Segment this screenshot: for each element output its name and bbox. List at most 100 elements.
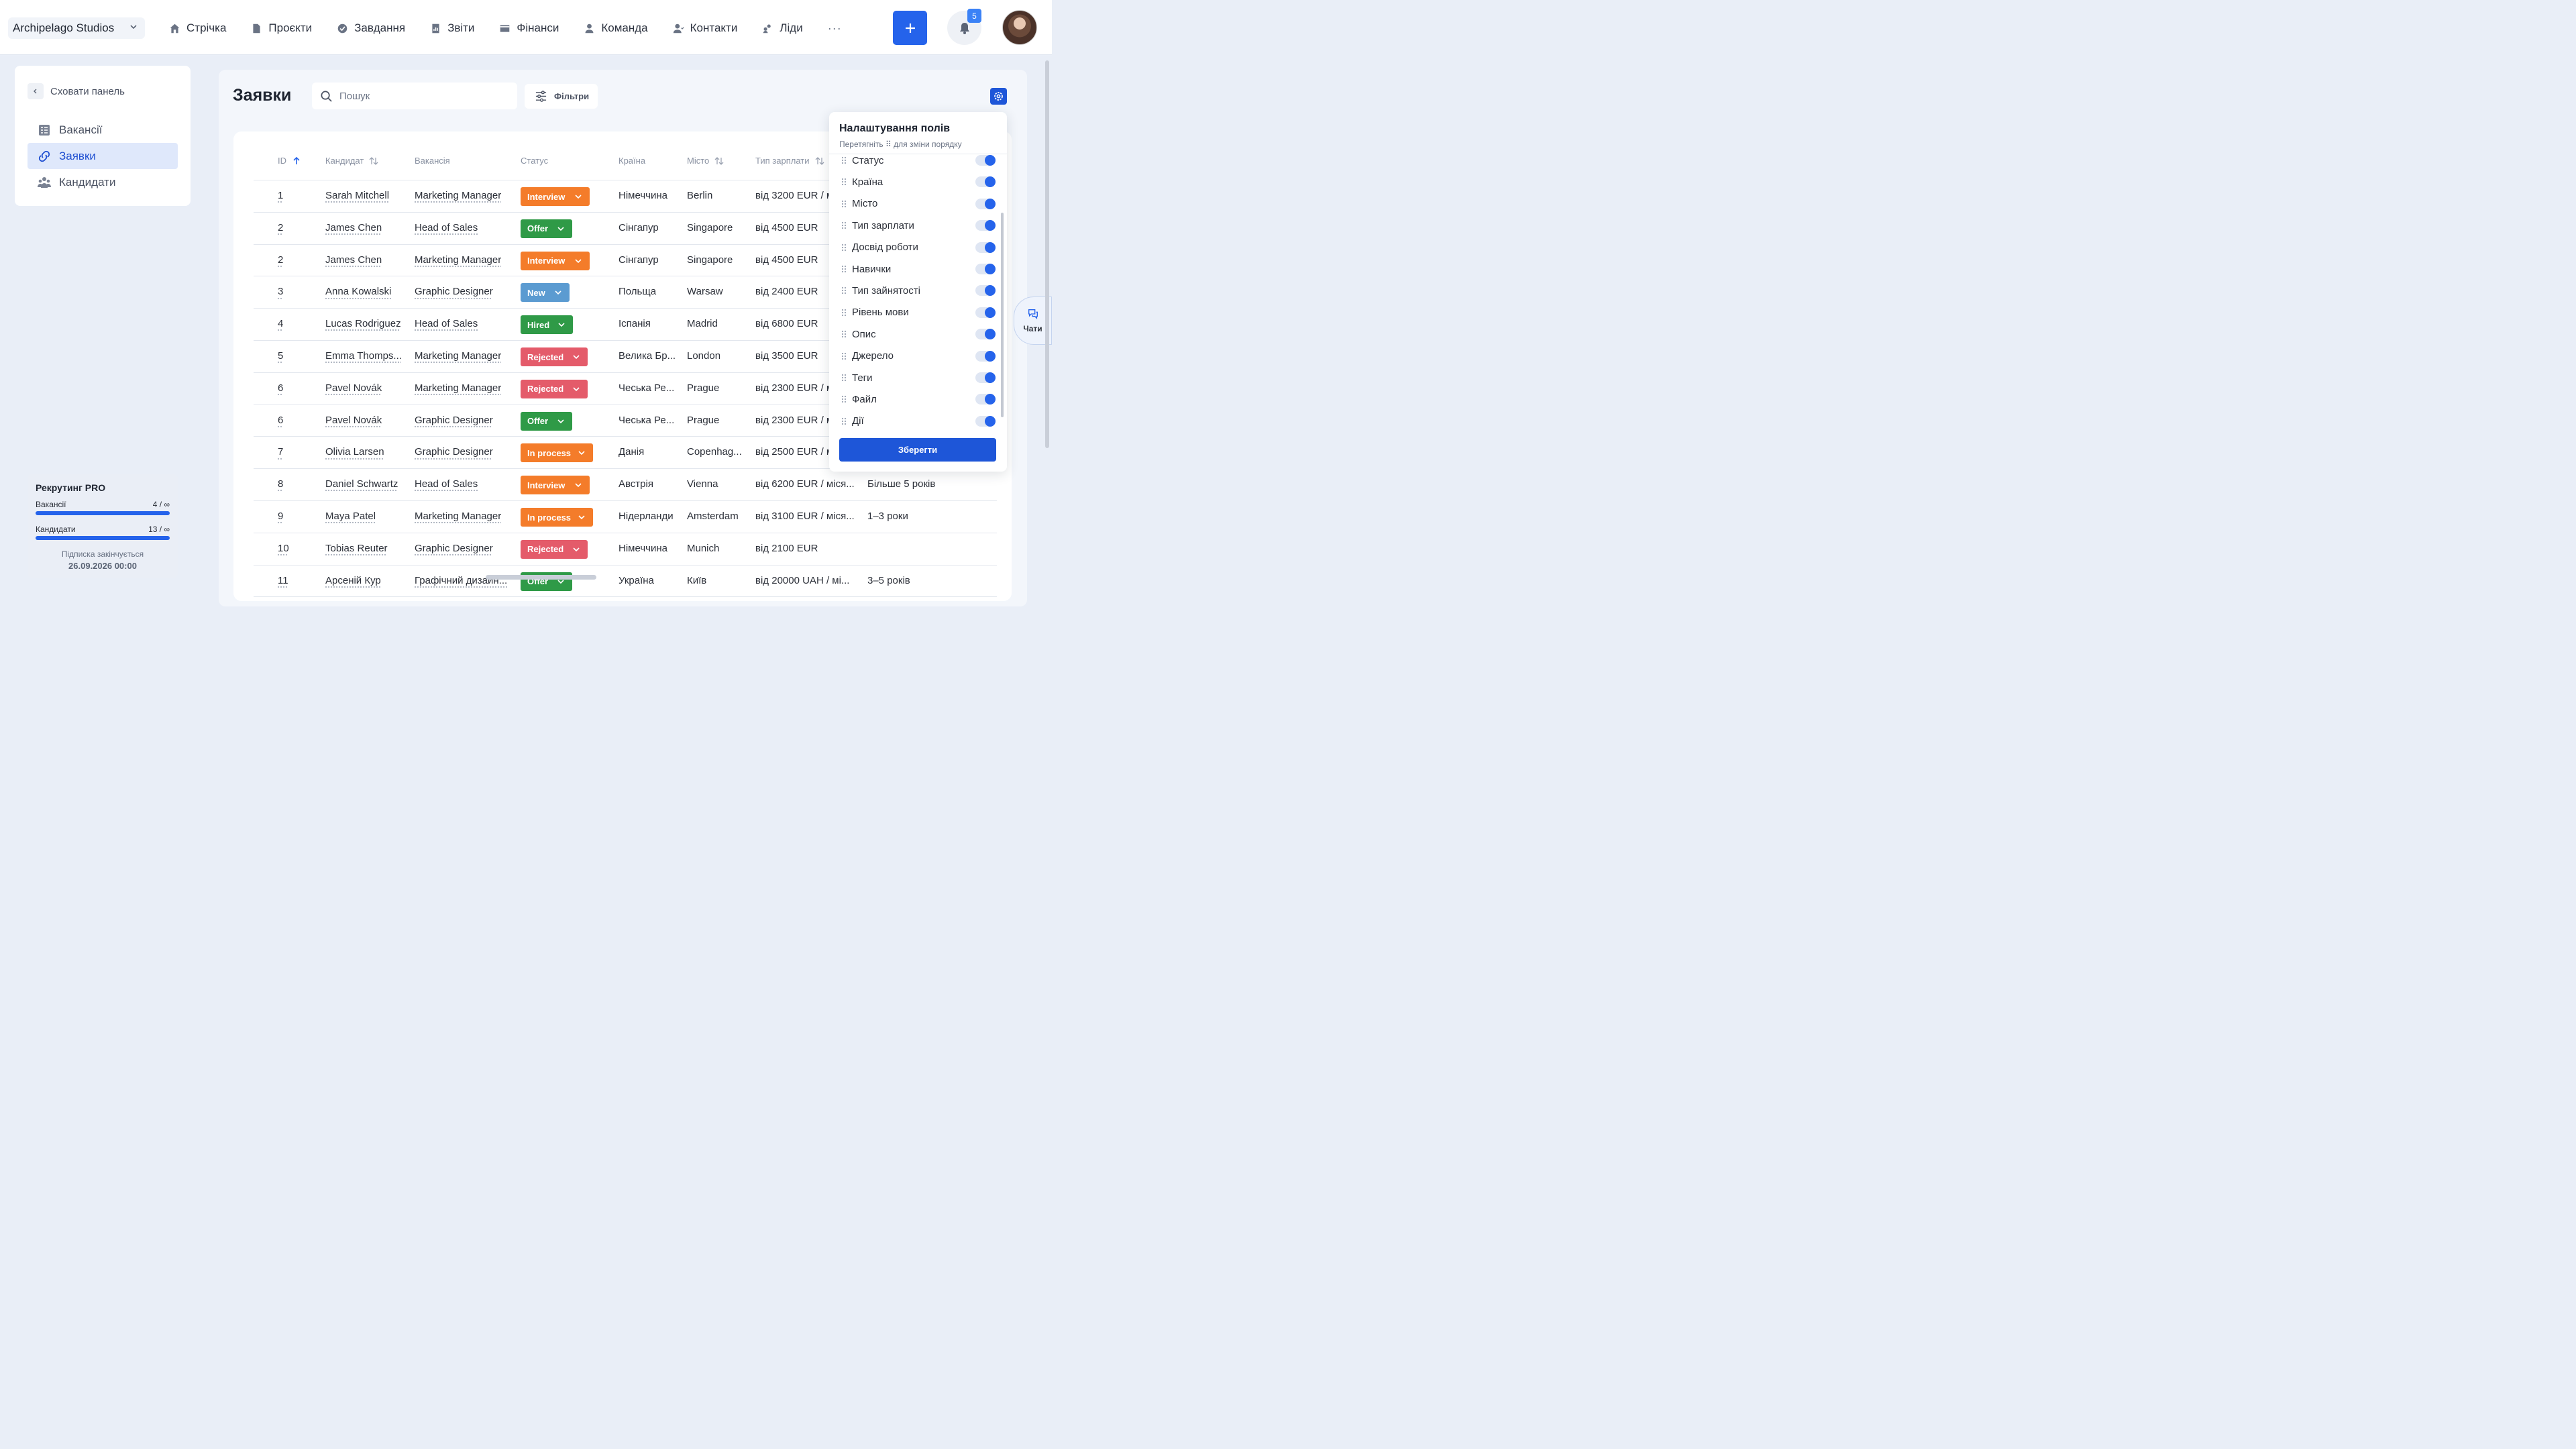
row-id-link[interactable]: 2: [278, 222, 283, 233]
vacancy-link[interactable]: Graphic Designer: [415, 446, 493, 458]
avatar[interactable]: [1002, 10, 1037, 45]
workspace-selector[interactable]: Archipelago Studios: [8, 17, 145, 39]
vacancy-link[interactable]: Graphic Designer: [415, 286, 493, 297]
row-id-link[interactable]: 7: [278, 446, 283, 458]
sidebar-item-candidates[interactable]: Кандидати: [28, 169, 178, 195]
candidate-link[interactable]: Pavel Novák: [325, 415, 382, 426]
search-input[interactable]: Пошук: [312, 83, 517, 109]
save-button[interactable]: Зберегти: [839, 438, 996, 462]
drag-handle-icon[interactable]: [841, 178, 847, 186]
field-setting-item[interactable]: Джерело: [841, 349, 996, 364]
nav-item-finance[interactable]: Фінанси: [499, 21, 559, 35]
column-header-id[interactable]: ID: [278, 156, 301, 166]
visibility-toggle[interactable]: [975, 329, 996, 340]
field-setting-item[interactable]: Тип зайнятості: [841, 283, 996, 298]
candidate-link[interactable]: James Chen: [325, 254, 382, 266]
row-id-link[interactable]: 3: [278, 286, 283, 297]
field-setting-item[interactable]: Місто: [841, 197, 996, 211]
hide-panel-button[interactable]: Сховати панель: [28, 83, 125, 99]
status-dropdown[interactable]: Interview: [521, 476, 590, 495]
field-setting-item[interactable]: Навички: [841, 262, 996, 276]
drag-handle-icon[interactable]: [841, 265, 847, 273]
row-id-link[interactable]: 6: [278, 382, 283, 394]
visibility-toggle[interactable]: [975, 176, 996, 188]
drag-handle-icon[interactable]: [841, 156, 847, 164]
visibility-toggle[interactable]: [975, 372, 996, 383]
field-settings-button[interactable]: [990, 88, 1007, 105]
nav-item-team[interactable]: Команда: [584, 21, 648, 35]
horizontal-scrollbar[interactable]: [486, 575, 596, 580]
row-id-link[interactable]: 5: [278, 350, 283, 362]
row-id-link[interactable]: 2: [278, 254, 283, 266]
vacancy-link[interactable]: Head of Sales: [415, 318, 478, 329]
visibility-toggle[interactable]: [975, 220, 996, 231]
drag-handle-icon[interactable]: [841, 330, 847, 338]
row-id-link[interactable]: 6: [278, 415, 283, 426]
nav-item-tasks[interactable]: Завдання: [337, 21, 405, 35]
drag-handle-icon[interactable]: [841, 352, 847, 360]
field-setting-item[interactable]: Файл: [841, 392, 996, 407]
drag-handle-icon[interactable]: [841, 244, 847, 252]
drag-handle-icon[interactable]: [841, 374, 847, 382]
visibility-toggle[interactable]: [975, 394, 996, 405]
field-setting-item[interactable]: Теги: [841, 370, 996, 385]
candidate-link[interactable]: Tobias Reuter: [325, 543, 388, 554]
status-dropdown[interactable]: Interview: [521, 187, 590, 206]
status-dropdown[interactable]: Rejected: [521, 347, 588, 366]
status-dropdown[interactable]: Rejected: [521, 539, 588, 559]
drag-handle-icon[interactable]: [841, 309, 847, 317]
candidate-link[interactable]: Sarah Mitchell: [325, 190, 389, 201]
field-list-scrollbar[interactable]: [1001, 213, 1004, 417]
column-header-candidate[interactable]: Кандидат: [325, 156, 378, 166]
candidate-link[interactable]: Pavel Novák: [325, 382, 382, 394]
column-header-salary-type[interactable]: Тип зарплати: [755, 156, 824, 166]
candidate-link[interactable]: Maya Patel: [325, 511, 376, 522]
vacancy-link[interactable]: Head of Sales: [415, 222, 478, 233]
status-dropdown[interactable]: Offer: [521, 411, 572, 431]
visibility-toggle[interactable]: [975, 415, 996, 427]
visibility-toggle[interactable]: [975, 285, 996, 297]
field-setting-item[interactable]: Досвід роботи: [841, 240, 996, 255]
row-id-link[interactable]: 1: [278, 190, 283, 201]
visibility-toggle[interactable]: [975, 155, 996, 166]
field-setting-item[interactable]: Країна: [841, 174, 996, 189]
drag-handle-icon[interactable]: [841, 417, 847, 425]
drag-handle-icon[interactable]: [841, 395, 847, 403]
candidate-link[interactable]: Emma Thomps...: [325, 350, 402, 362]
vacancy-link[interactable]: Marketing Manager: [415, 511, 501, 522]
column-header-country[interactable]: Країна: [619, 156, 645, 166]
column-header-city[interactable]: Місто: [687, 156, 724, 166]
status-dropdown[interactable]: In process: [521, 443, 593, 463]
vacancy-link[interactable]: Marketing Manager: [415, 350, 501, 362]
row-id-link[interactable]: 9: [278, 511, 283, 522]
nav-item-reports[interactable]: Звіти: [430, 21, 474, 35]
vacancy-link[interactable]: Graphic Designer: [415, 415, 493, 426]
candidate-link[interactable]: James Chen: [325, 222, 382, 233]
visibility-toggle[interactable]: [975, 241, 996, 253]
visibility-toggle[interactable]: [975, 198, 996, 209]
sidebar-item-applications[interactable]: Заявки: [28, 143, 178, 169]
vacancy-link[interactable]: Graphic Designer: [415, 543, 493, 554]
sidebar-item-vacancies[interactable]: Вакансії: [28, 117, 178, 143]
add-button[interactable]: [893, 11, 927, 45]
status-dropdown[interactable]: Rejected: [521, 379, 588, 398]
status-dropdown[interactable]: New: [521, 283, 570, 303]
vacancy-link[interactable]: Marketing Manager: [415, 254, 501, 266]
row-id-link[interactable]: 11: [278, 575, 288, 586]
status-dropdown[interactable]: In process: [521, 508, 593, 527]
row-id-link[interactable]: 8: [278, 478, 283, 490]
drag-handle-icon[interactable]: [841, 286, 847, 294]
vacancy-link[interactable]: Head of Sales: [415, 478, 478, 490]
nav-more-button[interactable]: ···: [828, 21, 842, 36]
candidate-link[interactable]: Anna Kowalski: [325, 286, 391, 297]
candidate-link[interactable]: Lucas Rodriguez: [325, 318, 401, 329]
nav-item-contacts[interactable]: Контакти: [673, 21, 737, 35]
status-dropdown[interactable]: Interview: [521, 251, 590, 270]
visibility-toggle[interactable]: [975, 350, 996, 362]
nav-item-leads[interactable]: Ліди: [762, 21, 803, 35]
row-id-link[interactable]: 10: [278, 543, 289, 554]
field-setting-item[interactable]: Дії: [841, 414, 996, 429]
visibility-toggle[interactable]: [975, 264, 996, 274]
nav-item-feed[interactable]: Стрічка: [169, 21, 226, 35]
visibility-toggle[interactable]: [975, 307, 996, 318]
